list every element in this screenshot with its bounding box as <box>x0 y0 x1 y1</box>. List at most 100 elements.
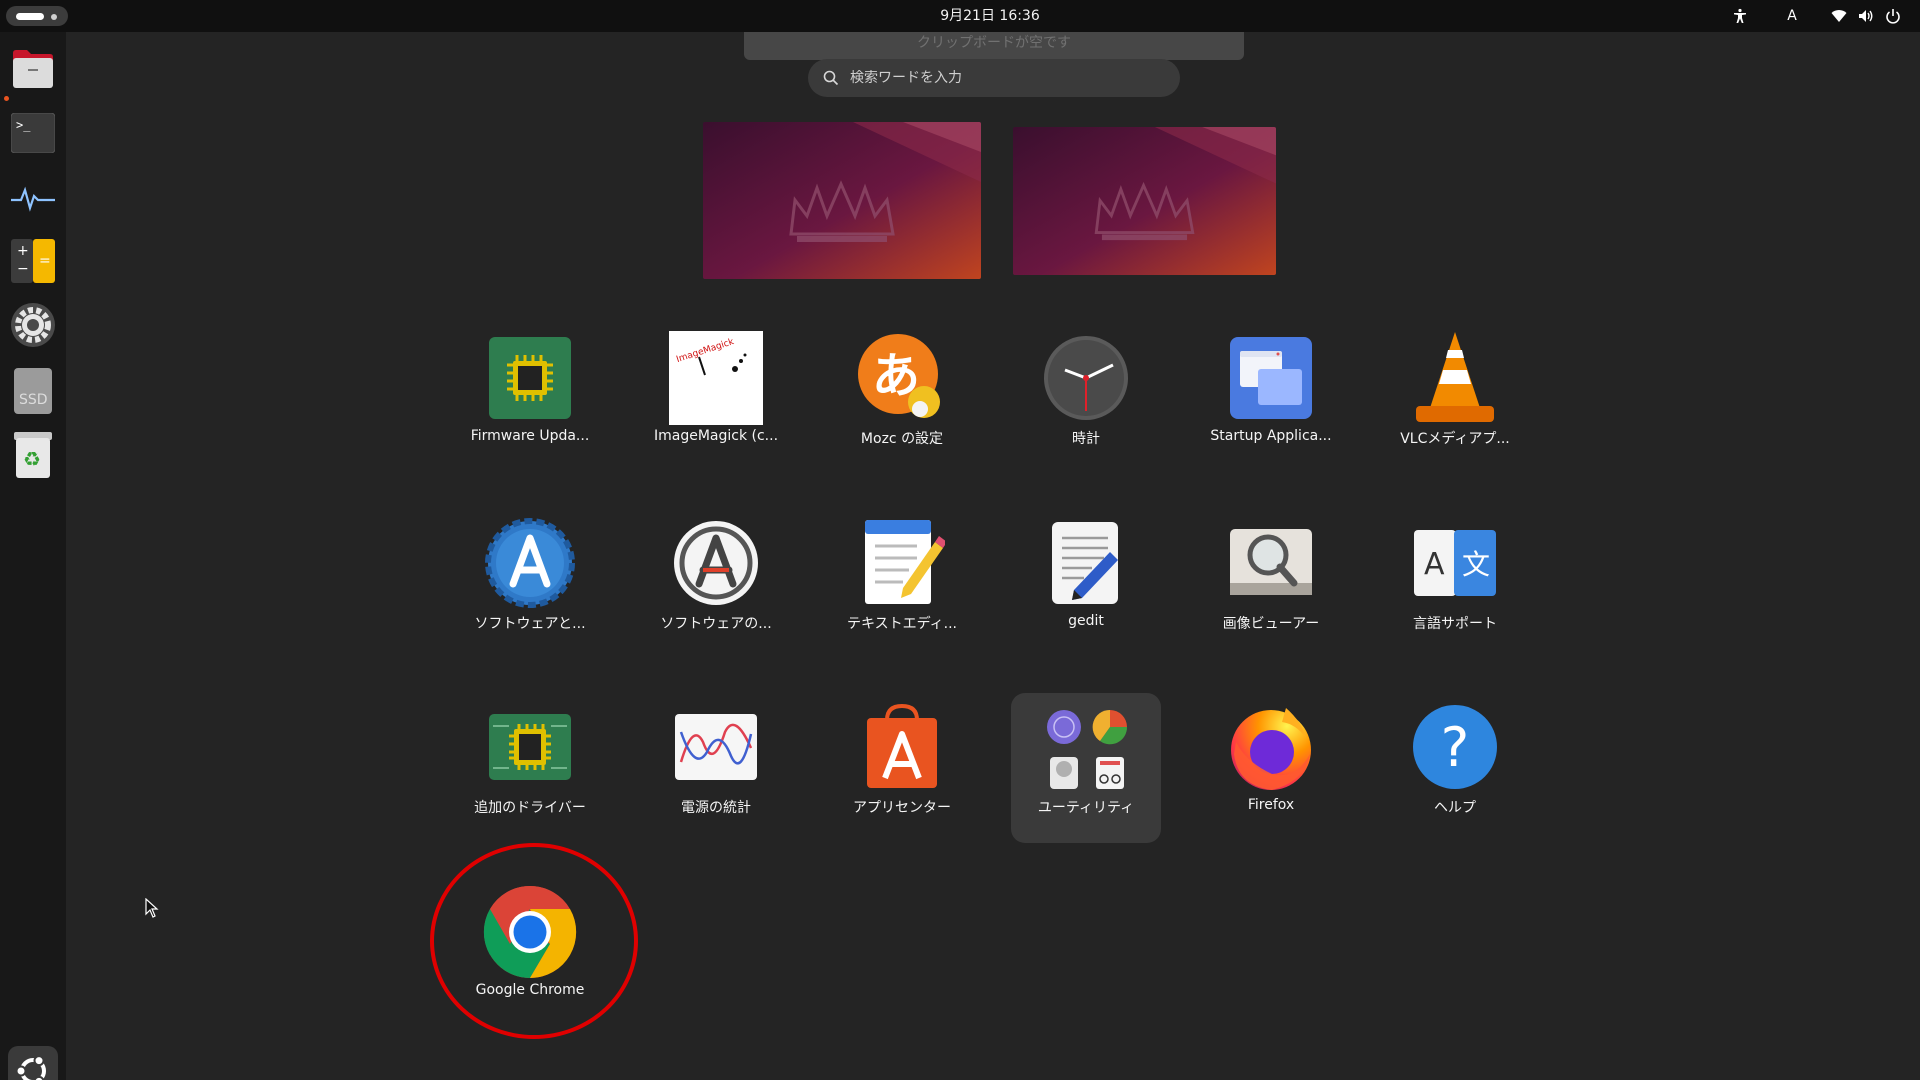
running-indicator <box>4 96 9 101</box>
app-power-statistics[interactable]: 電源の統計 <box>641 693 791 843</box>
app-label: アプリセンター <box>853 800 951 816</box>
app-clock[interactable]: 時計 <box>1011 324 1161 474</box>
workspace-thumbnail-1[interactable] <box>703 122 981 279</box>
app-software-sources[interactable]: ソフトウェアと... <box>455 509 605 659</box>
text-editor-icon <box>854 515 950 611</box>
search-input[interactable] <box>850 70 1180 86</box>
app-mozc-settings[interactable]: あ Mozc の設定 <box>827 324 977 474</box>
app-label: ソフトウェアと... <box>474 616 586 632</box>
search-bar[interactable] <box>808 59 1180 97</box>
app-label: ユーティリティ <box>1037 800 1135 816</box>
svg-text:?: ? <box>1441 716 1470 779</box>
svg-text:SSD: SSD <box>19 392 48 408</box>
dock-item-system-monitor[interactable] <box>8 172 58 222</box>
language-support-icon: A 文 <box>1407 515 1503 611</box>
app-text-editor[interactable]: テキストエディ... <box>827 509 977 659</box>
app-label: 言語サポート <box>1413 616 1497 632</box>
dock-item-settings[interactable] <box>8 300 58 350</box>
input-method-indicator[interactable]: A <box>1780 0 1804 32</box>
trash-icon: ♻ <box>14 432 52 478</box>
app-center-icon <box>854 699 950 795</box>
app-label: Mozc の設定 <box>860 431 944 447</box>
app-startup-applications[interactable]: Startup Applica... <box>1196 324 1346 474</box>
svg-text:=: = <box>39 253 51 269</box>
activities-button[interactable] <box>6 6 68 26</box>
app-label: VLCメディアプ... <box>1400 431 1510 447</box>
ubuntu-logo-icon <box>15 1055 46 1080</box>
mozc-icon: あ <box>854 330 950 426</box>
clock[interactable]: 9月21日 16:36 <box>860 0 1120 32</box>
highlight-annotation-circle <box>430 843 638 1039</box>
dock-item-calculator[interactable]: + − = <box>8 236 58 286</box>
software-sources-icon <box>482 515 578 611</box>
app-label: 電源の統計 <box>681 800 751 816</box>
gedit-icon <box>1038 515 1134 611</box>
svg-text:−: − <box>17 261 29 277</box>
app-app-center[interactable]: アプリセンター <box>827 693 977 843</box>
svg-text:>_: >_ <box>16 118 31 132</box>
workspace-indicator <box>51 14 57 20</box>
firmware-chip-icon <box>482 330 578 426</box>
app-label: ImageMagick (c... <box>653 428 779 444</box>
drive-icon: SSD <box>14 368 52 414</box>
app-help[interactable]: ? ヘルプ <box>1380 693 1530 843</box>
accessibility-icon[interactable] <box>1728 0 1752 32</box>
dock-item-trash[interactable]: ♻ <box>8 430 58 480</box>
app-vlc[interactable]: VLCメディアプ... <box>1380 324 1530 474</box>
software-updater-icon <box>668 515 764 611</box>
app-label: 追加のドライバー <box>474 800 586 816</box>
gear-icon <box>11 303 55 347</box>
svg-text:+: + <box>17 243 29 259</box>
app-label: 画像ビューアー <box>1222 616 1320 632</box>
startup-apps-icon <box>1223 330 1319 426</box>
app-image-viewer[interactable]: 画像ビューアー <box>1196 509 1346 659</box>
top-bar: 9月21日 16:36 A <box>0 0 1920 32</box>
terminal-icon: >_ <box>11 113 55 153</box>
dock-item-files[interactable] <box>8 44 58 94</box>
show-apps-button[interactable] <box>8 1046 58 1080</box>
app-folder-utilities[interactable]: ユーティリティ <box>1011 693 1161 843</box>
clock-icon <box>1038 330 1134 426</box>
dock-item-ssd[interactable]: SSD <box>8 366 58 416</box>
drivers-chip-icon <box>482 699 578 795</box>
notification-banner: クリップボードが空です <box>744 32 1244 60</box>
app-label: テキストエディ... <box>847 616 957 632</box>
workspace-thumbnail-2[interactable] <box>1013 127 1276 275</box>
search-icon <box>823 70 839 86</box>
power-icon[interactable] <box>1882 0 1904 32</box>
dock: >_ + − = SSD ♻ <box>0 32 66 1080</box>
app-firefox[interactable]: Firefox <box>1196 693 1346 843</box>
app-software-updater[interactable]: ソフトウェアの... <box>641 509 791 659</box>
dock-item-terminal[interactable]: >_ <box>8 108 58 158</box>
calculator-icon: + − = <box>11 239 55 283</box>
image-viewer-icon <box>1223 515 1319 611</box>
app-label: gedit <box>1068 613 1104 629</box>
svg-text:A: A <box>1424 547 1445 582</box>
app-label: Startup Applica... <box>1210 428 1332 444</box>
app-firmware-updater[interactable]: Firmware Upda... <box>455 324 605 474</box>
app-imagemagick[interactable]: ImageMagick ImageMagick (c... <box>641 324 791 474</box>
help-icon: ? <box>1407 699 1503 795</box>
app-label: Firefox <box>1247 797 1295 813</box>
system-monitor-icon <box>11 186 55 212</box>
imagemagick-icon: ImageMagick <box>668 330 764 426</box>
wifi-icon[interactable] <box>1828 0 1850 32</box>
volume-icon[interactable] <box>1855 0 1877 32</box>
wallpaper-image <box>703 122 981 279</box>
vlc-cone-icon <box>1407 330 1503 426</box>
power-statistics-icon <box>668 699 764 795</box>
workspace-active-indicator <box>16 13 44 20</box>
folder-icon <box>13 50 53 88</box>
app-gedit[interactable]: gedit <box>1011 509 1161 659</box>
utilities-folder-icon <box>1038 699 1134 795</box>
svg-text:あ: あ <box>872 348 920 404</box>
app-additional-drivers[interactable]: 追加のドライバー <box>455 693 605 843</box>
app-label: Firmware Upda... <box>470 428 590 444</box>
svg-text:文: 文 <box>1462 548 1490 581</box>
app-label: ヘルプ <box>1434 800 1476 816</box>
mouse-cursor-icon <box>145 897 159 922</box>
svg-text:♻: ♻ <box>23 447 41 471</box>
app-label: ソフトウェアの... <box>660 616 772 632</box>
app-label: 時計 <box>1072 431 1100 447</box>
app-language-support[interactable]: A 文 言語サポート <box>1380 509 1530 659</box>
